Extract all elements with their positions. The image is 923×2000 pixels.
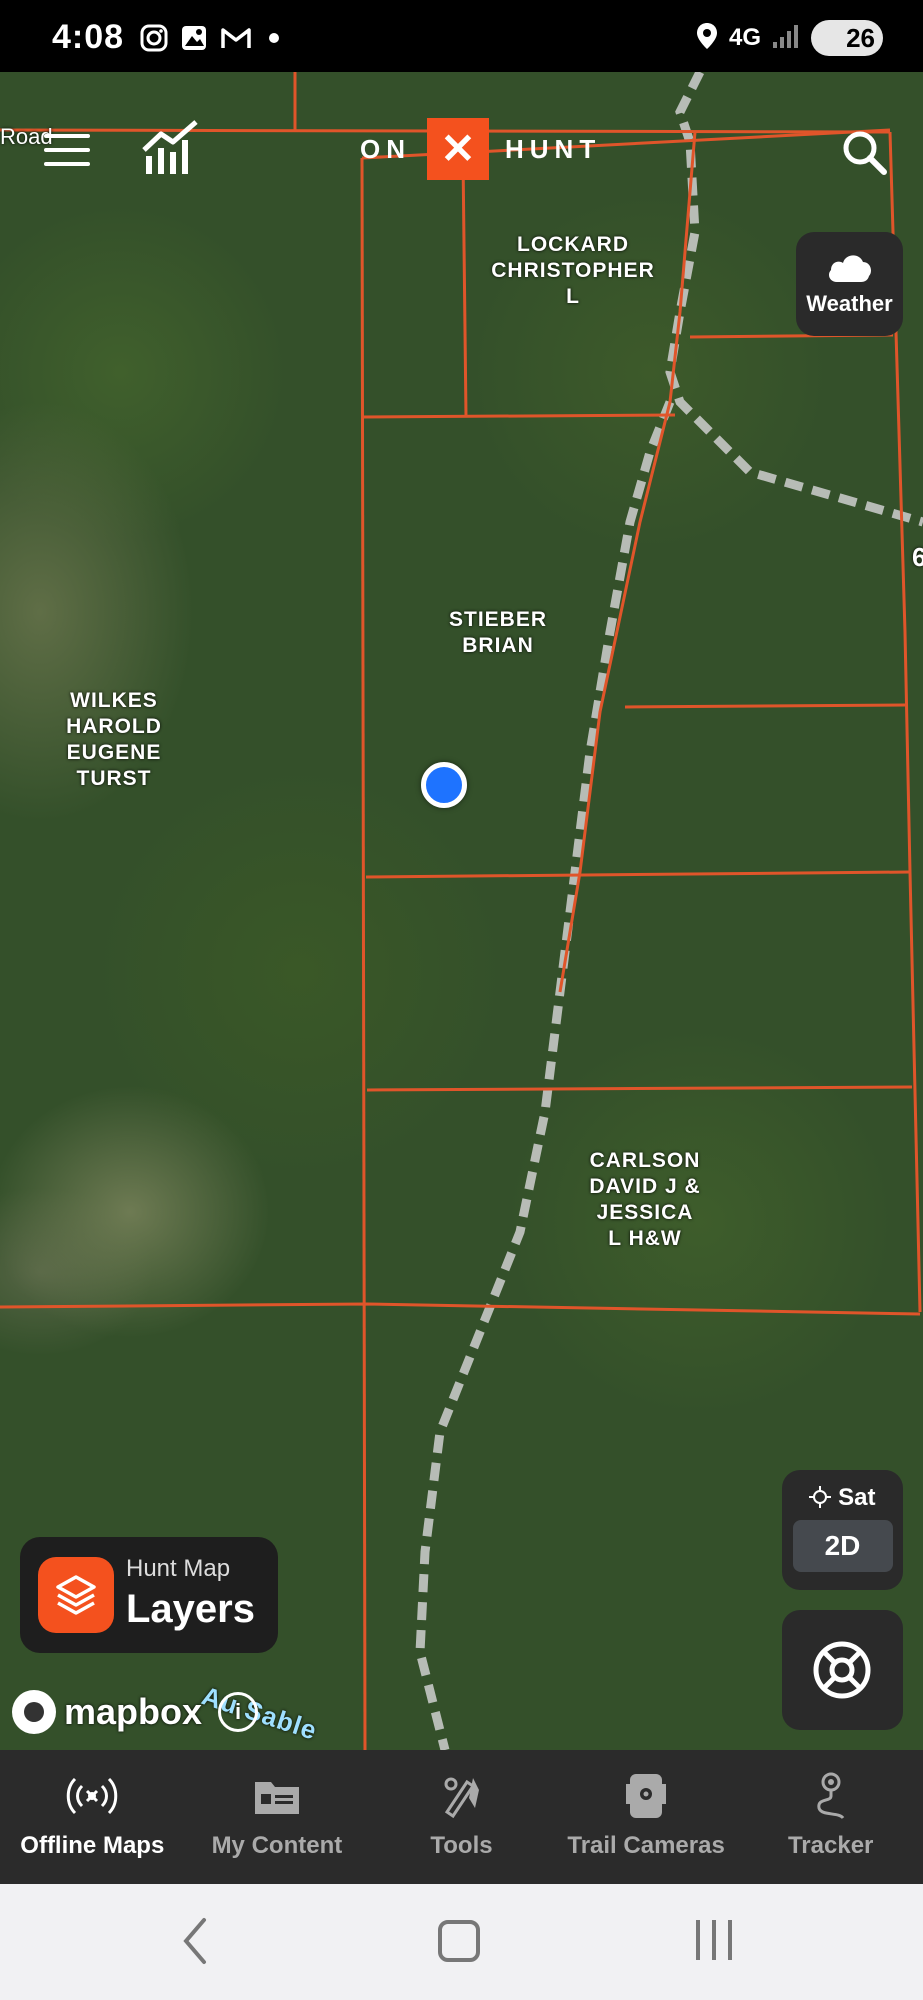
tools-icon: [444, 1777, 480, 1819]
back-icon[interactable]: [180, 1916, 210, 1966]
nav-tools[interactable]: Tools: [369, 1750, 554, 1884]
onx-hunt-logo: ON ✕ HUNT: [360, 118, 601, 180]
search-icon[interactable]: [840, 128, 888, 176]
battery-indicator: 26: [811, 20, 883, 56]
parcel-owner-label[interactable]: WILKES HAROLD EUGENE TURST: [52, 688, 176, 792]
system-navigation-bar: [0, 1884, 923, 2000]
current-location-dot: [421, 762, 467, 808]
parcel-owner-label[interactable]: CARLSON DAVID J & JESSICA L H&W: [575, 1148, 715, 1252]
nav-label: Tracker: [787, 1832, 874, 1859]
nav-my-content[interactable]: My Content: [185, 1750, 370, 1884]
nav-label: Tools: [430, 1832, 493, 1859]
layers-icon: [38, 1557, 114, 1633]
mapbox-text: mapbox: [64, 1691, 203, 1732]
nav-offline-maps[interactable]: Offline Maps: [0, 1750, 185, 1884]
tracker-icon: [817, 1772, 844, 1820]
notification-icons: [140, 24, 288, 52]
parcel-owner-label[interactable]: LOCKARD CHRISTOPHER L: [488, 232, 658, 310]
bottom-navigation: Offline Maps My Content Tools Trail Came…: [0, 1750, 923, 1884]
weather-button[interactable]: Weather: [796, 232, 903, 336]
view-mode-2d[interactable]: 2D: [792, 1520, 893, 1572]
menu-button[interactable]: [44, 134, 90, 168]
network-type: 4G: [728, 24, 761, 51]
gallery-icon: [180, 24, 208, 52]
system-status-icons: 4G 26: [695, 20, 883, 56]
recents-icon[interactable]: [696, 1920, 732, 1960]
edge-road-label: 6: [912, 542, 923, 572]
gmail-icon: [220, 24, 251, 52]
signal-icon: [771, 22, 801, 55]
offline-signal-icon: [67, 1777, 118, 1815]
trail-camera-icon: [626, 1774, 667, 1818]
weather-label: Weather: [806, 291, 893, 316]
status-time: 4:08: [52, 18, 125, 56]
location-pin-icon: [695, 21, 719, 56]
mapbox-attribution: mapbox i: [12, 1690, 259, 1734]
logo-mark: ✕: [427, 118, 489, 180]
mapbox-logo-icon: [12, 1690, 56, 1734]
nav-label: Offline Maps: [20, 1832, 165, 1859]
layers-button[interactable]: Hunt Map Layers: [20, 1537, 278, 1653]
layers-subtitle: Hunt Map: [126, 1555, 231, 1582]
nav-tracker[interactable]: Tracker: [738, 1750, 923, 1884]
basemap-type: Sat: [838, 1484, 876, 1511]
nav-label: Trail Cameras: [567, 1832, 725, 1859]
nav-trail-cameras[interactable]: Trail Cameras: [554, 1750, 739, 1884]
home-icon[interactable]: [438, 1920, 480, 1962]
cloud-icon: [828, 255, 871, 282]
logo-text-on: ON: [360, 133, 411, 164]
basemap-label: Sat: [782, 1484, 903, 1512]
insights-chart-icon[interactable]: [142, 120, 200, 176]
instagram-icon: [140, 24, 168, 52]
notification-dot-icon: [260, 24, 288, 52]
crosshair-icon: [809, 1486, 832, 1508]
basemap-toggle[interactable]: Sat 2D: [782, 1470, 903, 1590]
parcel-owner-label[interactable]: STIEBER BRIAN: [428, 607, 568, 659]
info-icon[interactable]: i: [218, 1692, 259, 1732]
folder-icon: [254, 1782, 299, 1814]
locate-compass-icon: [813, 1641, 871, 1699]
logo-text-hunt: HUNT: [505, 133, 602, 164]
recenter-button[interactable]: [782, 1610, 903, 1730]
status-bar: 4:08 4G 26: [0, 0, 923, 72]
nav-label: My Content: [211, 1832, 343, 1859]
layers-title: Layers: [126, 1587, 255, 1631]
